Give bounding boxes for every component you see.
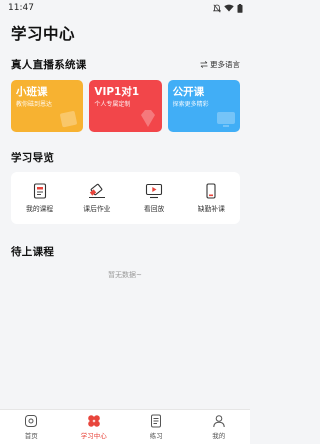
guide-item-label: 我的课程 (26, 205, 54, 213)
tab-label: 练习 (149, 432, 163, 440)
more-languages-link[interactable]: 更多语言 (200, 59, 240, 70)
upcoming-section-header: 待上课程 (11, 244, 240, 259)
home-icon (25, 415, 38, 427)
guide-section-title: 学习导览 (11, 152, 55, 164)
tab-profile[interactable]: 我的 (194, 414, 244, 440)
guide-item-homework[interactable]: 课后作业 (72, 183, 122, 213)
tab-learning-center[interactable]: 学习中心 (69, 414, 119, 440)
guide-item-label: 看回放 (143, 205, 165, 213)
small-class-subtitle: 教你磁到恩达 (16, 101, 53, 108)
guide-item-label: 缺勤补课 (197, 205, 225, 213)
playback-icon (146, 183, 163, 199)
practice-icon (151, 414, 162, 428)
live-section-header: 真人直播系统课 更多语言 (11, 57, 240, 72)
notification-off-icon (213, 4, 221, 12)
guide-item-playback[interactable]: 看回放 (129, 183, 179, 213)
screen-decoration-icon (216, 112, 235, 127)
live-section-title: 真人直播系统课 (11, 59, 87, 71)
tab-label: 我的 (212, 432, 226, 440)
book-decoration-icon (60, 111, 78, 128)
tab-home[interactable]: 首页 (6, 414, 56, 440)
status-time: 11:47 (8, 3, 34, 13)
upcoming-section-title: 待上课程 (11, 246, 55, 258)
vip-one-on-one-card[interactable]: VIP1对1 个人专属定制 (89, 80, 162, 132)
small-class-card[interactable]: 小班课 教你磁到恩达 (11, 80, 84, 132)
tab-label: 学习中心 (80, 432, 107, 440)
bottom-tab-bar: 首页 学习中心 练习 我的 (0, 409, 250, 444)
guide-section-header: 学习导览 (11, 150, 240, 165)
live-course-cards: 小班课 教你磁到恩达 VIP1对1 个人专属定制 公开课 探索更多精彩 (11, 80, 240, 132)
empty-state-text: 暂无数据~ (108, 271, 142, 279)
clover-icon (87, 415, 100, 427)
guide-item-makeup-class[interactable]: 缺勤补课 (186, 183, 236, 213)
guide-item-label: 课后作业 (83, 205, 111, 213)
small-class-title: 小班课 (16, 86, 48, 98)
public-class-card[interactable]: 公开课 探索更多精彩 (167, 80, 240, 132)
battery-icon (237, 3, 243, 13)
status-icons (213, 3, 243, 13)
guide-item-my-courses[interactable]: 我的课程 (15, 183, 65, 213)
learning-guide-panel: 我的课程 课后作业 看回放 缺勤补课 (11, 172, 240, 224)
switch-arrows-icon (200, 61, 208, 68)
wifi-icon (224, 4, 234, 12)
vip-card-subtitle: 个人专属定制 (94, 101, 131, 108)
page-title: 学习中心 (11, 25, 76, 43)
status-bar: 11:47 (0, 0, 250, 16)
user-icon (213, 415, 225, 428)
course-book-icon (33, 183, 46, 199)
public-class-title: 公开课 (172, 86, 205, 98)
more-languages-label: 更多语言 (210, 60, 240, 69)
eraser-icon (88, 183, 105, 198)
tab-practice[interactable]: 练习 (131, 414, 181, 440)
diamond-decoration-icon (140, 110, 155, 127)
tab-label: 首页 (24, 432, 38, 440)
vip-card-title: VIP1对1 (94, 86, 140, 98)
public-class-subtitle: 探索更多精彩 (172, 101, 209, 108)
phone-icon (206, 183, 216, 199)
